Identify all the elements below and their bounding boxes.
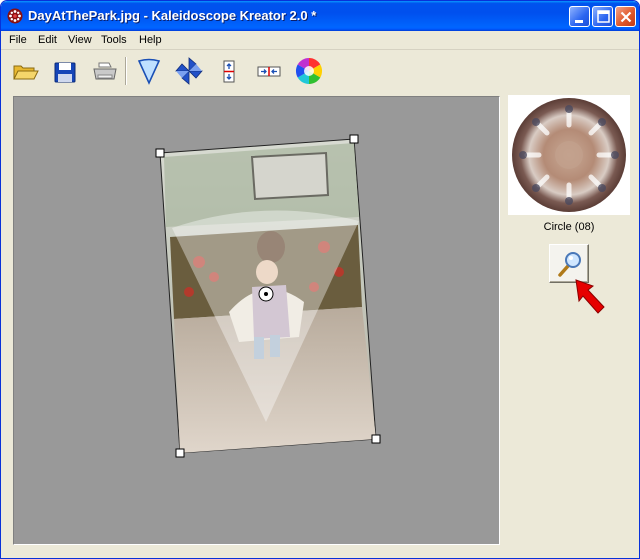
preview-label: Circle (08): [543, 221, 595, 233]
pinwheel-button[interactable]: [173, 55, 205, 87]
save-disk-icon: [54, 62, 76, 83]
wedge-button[interactable]: [133, 55, 165, 87]
close-icon: [620, 11, 632, 23]
photo-layer: [155, 134, 381, 458]
pinwheel-icon: [175, 57, 203, 85]
menu-view[interactable]: View: [68, 34, 92, 46]
color-wheel-icon: [295, 57, 323, 85]
menu-edit[interactable]: Edit: [38, 34, 57, 46]
mirror-vertical-icon: [223, 60, 235, 83]
kaleidoscope-preview[interactable]: [508, 95, 630, 215]
menu-help[interactable]: Help: [139, 34, 162, 46]
mirror-horizontal-button[interactable]: [253, 55, 285, 87]
open-button[interactable]: [9, 55, 41, 87]
toolbar: [1, 51, 639, 91]
print-icon: [93, 62, 117, 80]
preview-panel: [508, 95, 630, 215]
kaleidoscope-app-icon: [7, 8, 23, 24]
maximize-button[interactable]: [592, 6, 613, 27]
handle-bottom-right: [371, 434, 381, 444]
handle-bottom-left: [175, 448, 185, 458]
minimize-button[interactable]: [569, 6, 590, 27]
color-wheel-button[interactable]: [293, 55, 325, 87]
handle-top-right: [349, 134, 359, 144]
wedge-icon: [137, 58, 161, 85]
menu-bar: File Edit View Tools Help: [1, 31, 639, 50]
window-title: DayAtThePark.jpg - Kaleidoscope Kreator …: [28, 8, 317, 23]
mirror-horizontal-icon: [257, 66, 281, 77]
title-bar[interactable]: DayAtThePark.jpg - Kaleidoscope Kreator …: [1, 1, 639, 31]
save-button[interactable]: [49, 55, 81, 87]
toolbar-separator: [125, 57, 127, 85]
mirror-vertical-button[interactable]: [213, 55, 245, 87]
pointer-arrow-icon: [575, 279, 605, 314]
print-button[interactable]: [89, 55, 121, 87]
app-window: DayAtThePark.jpg - Kaleidoscope Kreator …: [0, 0, 640, 559]
image-canvas[interactable]: [13, 96, 500, 545]
menu-tools[interactable]: Tools: [101, 34, 127, 46]
maximize-icon: [597, 10, 610, 23]
menu-file[interactable]: File: [9, 34, 27, 46]
magnifier-icon: [558, 252, 581, 277]
handle-top-left: [155, 148, 165, 158]
open-folder-icon: [13, 65, 39, 80]
center-handle-icon[interactable]: [258, 286, 274, 302]
minimize-icon: [575, 20, 583, 23]
close-button[interactable]: [615, 6, 636, 27]
